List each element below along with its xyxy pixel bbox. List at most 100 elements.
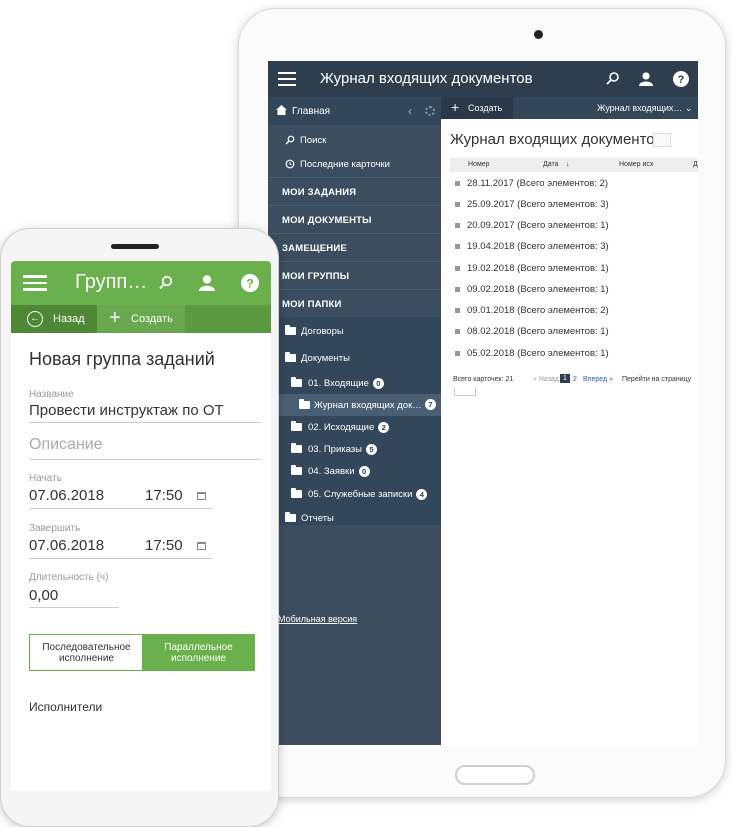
folder-icon: [291, 377, 302, 387]
table-row[interactable]: 25.09.2017 (Всего элементов: 3): [450, 195, 698, 216]
sidebar-section-documents[interactable]: МОИ ДОКУМЕНТЫ: [268, 205, 441, 233]
row-label: 09.01.2018 (Всего элементов: 2): [467, 305, 609, 316]
tree-item-outgoing[interactable]: 02. Исходящие 2: [268, 416, 441, 438]
count-badge: 4: [416, 489, 428, 500]
calendar-icon[interactable]: [197, 542, 206, 550]
back-button[interactable]: ← Назад: [11, 305, 97, 333]
row-label: 19.02.2018 (Всего элементов: 1): [467, 263, 609, 274]
table-row[interactable]: 08.02.2018 (Всего элементов: 1): [450, 322, 698, 343]
sidebar-section-tasks[interactable]: МОИ ЗАДАНИЯ: [268, 177, 441, 205]
table-row[interactable]: 19.04.2018 (Всего элементов: 3): [450, 237, 698, 258]
folder-icon: [285, 352, 296, 362]
expand-icon[interactable]: [455, 244, 460, 249]
table-row[interactable]: 20.09.2017 (Всего элементов: 1): [450, 216, 698, 237]
sidebar-home[interactable]: Главная ‹: [268, 97, 441, 125]
svg-text:?: ?: [678, 74, 685, 86]
count-badge: 0: [372, 378, 384, 389]
sequential-option[interactable]: Последовательное исполнение: [30, 635, 143, 670]
mobile-version-link[interactable]: Мобильная версия: [278, 614, 357, 624]
create-button[interactable]: + Создать: [97, 305, 185, 333]
prev-page-link[interactable]: « Назад: [533, 376, 559, 383]
create-button-label: Создать: [468, 103, 503, 113]
sidebar-section-label: МОИ ПАПКИ: [282, 299, 342, 310]
help-icon[interactable]: ?: [672, 70, 690, 88]
table-row[interactable]: 05.02.2018 (Всего элементов: 1): [450, 344, 698, 365]
user-icon[interactable]: [637, 70, 655, 88]
table-row[interactable]: 09.01.2018 (Всего элементов: 2): [450, 301, 698, 322]
gear-icon[interactable]: [425, 106, 435, 116]
menu-icon[interactable]: [278, 72, 296, 86]
search-icon[interactable]: [156, 273, 176, 293]
table-row[interactable]: 09.02.2018 (Всего элементов: 1): [450, 280, 698, 301]
tree-item-reports[interactable]: Отчеты: [268, 507, 441, 529]
table-row[interactable]: 28.11.2017 (Всего элементов: 2): [450, 174, 698, 195]
sidebar-search-label: Поиск: [300, 135, 327, 146]
start-time-field[interactable]: 17:50: [145, 487, 183, 504]
tablet-toolbar: + Создать Журнал входящих… ⌄: [441, 97, 698, 119]
end-time-field[interactable]: 17:50: [145, 537, 183, 554]
page-2-link[interactable]: 2: [573, 376, 577, 383]
tree-item-label: 01. Входящие: [308, 378, 369, 390]
description-field[interactable]: Описание: [29, 436, 103, 454]
column-header[interactable]: Номер исх: [619, 161, 653, 168]
plus-icon: +: [109, 307, 121, 329]
phone-header: Групп… ?: [11, 261, 271, 305]
name-field[interactable]: Провести инструктаж по ОТ: [29, 402, 224, 419]
calendar-icon[interactable]: [197, 492, 206, 500]
expand-icon[interactable]: [455, 287, 460, 292]
journal-select[interactable]: Журнал входящих… ⌄: [597, 103, 692, 114]
expand-icon[interactable]: [455, 308, 460, 313]
sort-icon[interactable]: ↓: [566, 161, 570, 168]
menu-icon[interactable]: [23, 275, 47, 291]
tree-item-label: Журнал входящих док…: [314, 400, 422, 411]
help-icon[interactable]: ?: [240, 273, 260, 293]
sidebar-search[interactable]: Поиск: [268, 129, 441, 151]
start-date-field[interactable]: 07.06.2018: [29, 487, 104, 504]
back-icon: ←: [27, 311, 43, 327]
tree-item-memos[interactable]: 05. Служебные записки 4: [268, 483, 441, 505]
sidebar-recent[interactable]: Последние карточки: [268, 153, 441, 175]
tree-item-contracts[interactable]: Договоры: [268, 320, 441, 342]
expand-icon[interactable]: [455, 223, 460, 228]
end-date-field[interactable]: 07.06.2018: [29, 537, 104, 554]
create-button[interactable]: + Создать: [441, 97, 513, 119]
tree-item-journal[interactable]: Журнал входящих док… 7: [268, 394, 441, 416]
duration-field[interactable]: 0,00: [29, 587, 58, 604]
phone-speaker: [111, 244, 159, 249]
expand-icon[interactable]: [455, 202, 460, 207]
search-icon: [285, 135, 295, 145]
user-icon[interactable]: [197, 273, 217, 293]
expand-icon[interactable]: [455, 329, 460, 334]
pagination: Всего карточек: 21 « Назад 1 2 Вперед » …: [450, 373, 698, 387]
description-field-underline: [29, 459, 261, 460]
expand-icon[interactable]: [455, 351, 460, 356]
collapse-icon[interactable]: ‹: [408, 104, 412, 118]
view-settings-icon[interactable]: [653, 133, 671, 147]
search-icon[interactable]: [604, 70, 622, 88]
tree-item-requests[interactable]: 04. Заявки 0: [268, 460, 441, 482]
tree-item-orders[interactable]: 03. Приказы 5: [268, 438, 441, 460]
page-size-select[interactable]: [454, 387, 476, 396]
expand-icon[interactable]: [455, 266, 460, 271]
column-header[interactable]: Д: [693, 161, 698, 168]
phone-screen: Групп… ? ← Назад + Создать Новая группа …: [11, 261, 271, 791]
tree-item-incoming[interactable]: 01. Входящие 0: [268, 372, 441, 394]
sidebar-section-substitution[interactable]: ЗАМЕЩЕНИЕ: [268, 233, 441, 261]
sidebar-section-folders[interactable]: МОИ ПАПКИ: [268, 289, 441, 317]
next-page-link[interactable]: Вперед »: [583, 376, 613, 383]
tablet-home-button[interactable]: [455, 765, 535, 785]
tree-item-label: Договоры: [301, 326, 344, 337]
page-1-link[interactable]: 1: [560, 374, 570, 383]
expand-icon[interactable]: [455, 181, 460, 186]
tree-item-documents[interactable]: Документы: [268, 347, 441, 369]
parallel-option[interactable]: Параллельное исполнение: [142, 635, 255, 670]
row-label: 20.09.2017 (Всего элементов: 1): [467, 220, 609, 231]
column-header[interactable]: Номер: [468, 161, 490, 168]
svg-text:?: ?: [246, 277, 253, 291]
journal-icon: [299, 399, 310, 409]
column-header[interactable]: Дата: [543, 161, 559, 168]
tree-item-label: Отчеты: [301, 513, 334, 524]
plus-icon: +: [451, 99, 460, 115]
sidebar-section-groups[interactable]: МОИ ГРУППЫ: [268, 261, 441, 289]
table-row[interactable]: 19.02.2018 (Всего элементов: 1): [450, 259, 698, 280]
